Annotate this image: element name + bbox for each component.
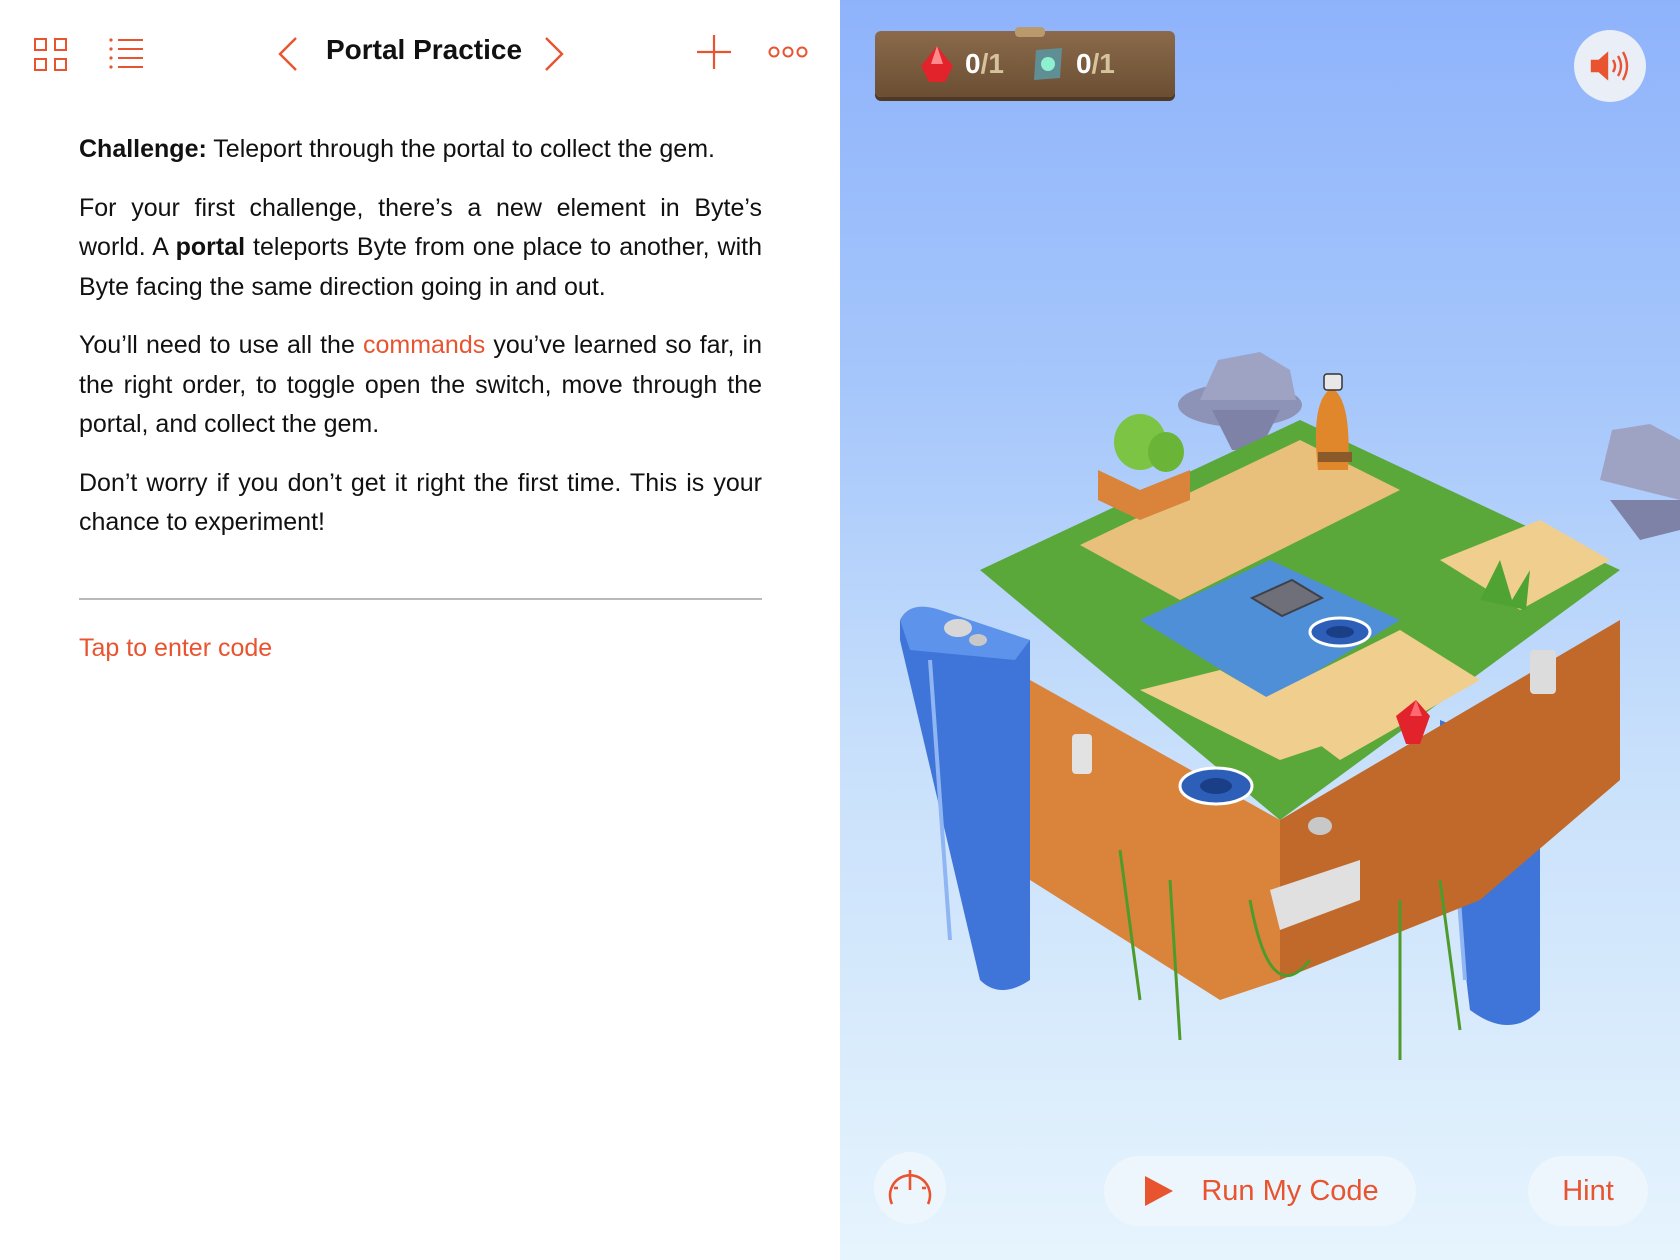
chevron-right-icon[interactable]: [538, 32, 570, 76]
bush: [1098, 414, 1190, 520]
toolbar: Portal Practice: [0, 0, 840, 106]
byte-character: [1315, 373, 1352, 470]
gem-icon: [921, 46, 953, 82]
puzzle-world-scene: [900, 352, 1680, 1060]
switch-counter: 0/1: [1030, 44, 1115, 84]
floating-rock-right: [1600, 424, 1680, 540]
instructions-pane: Portal Practice Challenge: Teleport thro…: [0, 0, 840, 1260]
divider: [79, 598, 762, 600]
switch-total: /1: [1091, 48, 1115, 79]
portal-term: portal: [175, 233, 246, 261]
tap-to-enter-code[interactable]: Tap to enter code: [79, 634, 272, 663]
speaker-icon[interactable]: [1574, 30, 1646, 102]
switch-icon: [1033, 48, 1062, 80]
speed-icon[interactable]: [874, 1152, 946, 1224]
gem-counter: 0/1: [919, 44, 1004, 84]
chevron-left-icon[interactable]: [272, 32, 304, 76]
commands-link[interactable]: commands: [363, 331, 485, 359]
portal-paragraph: For your first challenge, there’s a new …: [79, 193, 763, 301]
plus-icon[interactable]: [692, 30, 736, 74]
run-my-code-label: Run My Code: [1201, 1174, 1379, 1207]
scoreboard-strap: [1015, 27, 1045, 37]
scoreboard: 0/1 0/1: [875, 27, 1175, 97]
more-icon[interactable]: [766, 34, 810, 70]
hint-button[interactable]: Hint: [1528, 1156, 1648, 1226]
switch-count: 0: [1075, 48, 1092, 79]
commands-paragraph: You’ll need to use all the commands you’…: [79, 331, 762, 438]
challenge-label: Challenge:: [79, 135, 207, 163]
portal-icon: [1178, 766, 1254, 806]
encouragement-paragraph: Don’t worry if you don’t get it right th…: [79, 468, 762, 537]
page-title: Portal Practice: [325, 34, 523, 65]
gem-total: /1: [980, 48, 1004, 79]
instructions-text: Challenge: Teleport through the portal t…: [79, 130, 762, 562]
list-icon[interactable]: [106, 34, 146, 74]
portal-icon: [1308, 616, 1372, 648]
gem-count: 0: [965, 48, 981, 79]
run-my-code-button[interactable]: Run My Code: [1104, 1156, 1416, 1226]
challenge-paragraph: Challenge: Teleport through the portal t…: [79, 135, 715, 163]
play-icon: [1145, 1176, 1174, 1206]
grid-icon[interactable]: [30, 34, 72, 76]
waterfall-left: [900, 606, 1030, 990]
live-view: 0/1 0/1 Run My Code Hint: [840, 0, 1680, 1260]
